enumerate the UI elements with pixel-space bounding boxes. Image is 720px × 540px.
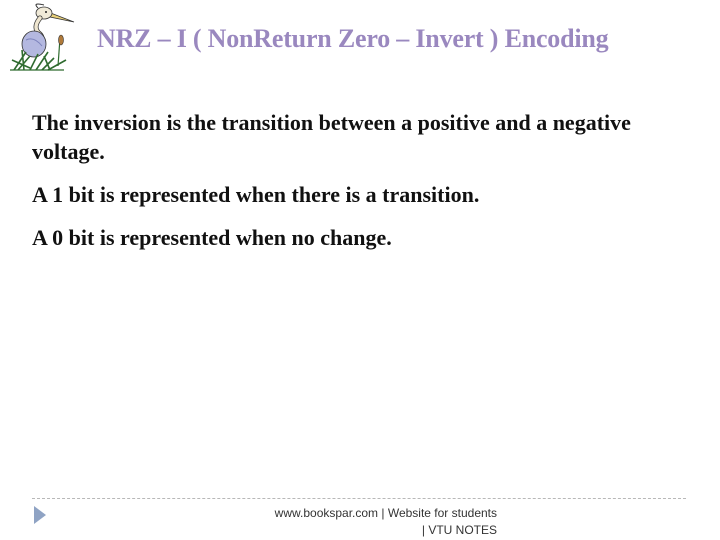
heron-bird-icon — [4, 0, 76, 72]
footer-line-vtu-notes: | VTU NOTES — [421, 523, 497, 537]
paragraph-zero-bit: A 0 bit is represented when no change. — [32, 225, 392, 250]
footer-line-website: www.bookspar.com | Website for students — [274, 506, 497, 520]
footer-divider — [32, 498, 686, 499]
footer-text: www.bookspar.com | Website for students … — [220, 505, 497, 539]
paragraph-one-bit: A 1 bit is represented when there is a t… — [32, 182, 480, 207]
paragraph-inversion-definition: The inversion is the transition between … — [32, 110, 631, 164]
slide-body: The inversion is the transition between … — [32, 108, 702, 266]
slide-title: NRZ – I ( NonReturn Zero – Invert ) Enco… — [97, 24, 609, 53]
triangle-right-icon — [34, 506, 46, 524]
